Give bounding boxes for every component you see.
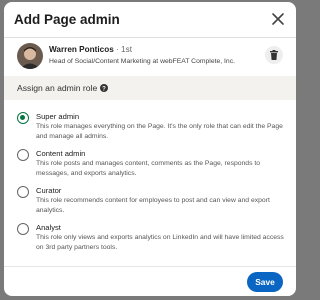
trash-icon — [270, 50, 278, 60]
close-icon[interactable] — [270, 11, 286, 27]
radio-content-admin[interactable] — [17, 149, 29, 161]
user-headline: Head of Social/Content Marketing at webF… — [49, 58, 235, 65]
dialog-title: Add Page admin — [14, 12, 120, 27]
remove-user-button[interactable] — [265, 46, 283, 64]
radio-analyst[interactable] — [17, 223, 29, 235]
user-name-line: Warren Ponticos · 1st — [49, 45, 132, 54]
dialog-header: Add Page admin — [4, 2, 296, 38]
radio-curator[interactable] — [17, 186, 29, 198]
role-heading-text: Assign an admin role — [17, 83, 98, 93]
role-option-super-admin[interactable]: Super admin This role manages everything… — [4, 112, 296, 148]
role-option-analyst[interactable]: Analyst This role only views and exports… — [4, 223, 296, 259]
connection-degree: · 1st — [113, 45, 132, 54]
role-title: Content admin — [36, 149, 86, 158]
role-description: This role only views and exports analyti… — [36, 234, 284, 251]
radio-super-admin[interactable] — [17, 112, 29, 124]
role-description: This role posts and manages content, com… — [36, 160, 261, 177]
role-description: This role recommends content for employe… — [36, 197, 270, 214]
selected-user-row: Warren Ponticos · 1st Head of Social/Con… — [4, 38, 296, 76]
role-option-curator[interactable]: Curator This role recommends content for… — [4, 186, 296, 222]
help-icon[interactable]: ? — [100, 84, 109, 92]
dialog-footer: Save — [4, 266, 296, 296]
add-page-admin-dialog: Add Page admin Warren Ponticos · 1st Hea… — [4, 2, 296, 296]
save-button[interactable]: Save — [247, 272, 283, 292]
role-heading-bar: Assign an admin role? — [4, 76, 296, 100]
role-title: Super admin — [36, 112, 80, 121]
role-title: Curator — [36, 186, 62, 195]
user-name: Warren Ponticos — [49, 45, 114, 54]
role-option-content-admin[interactable]: Content admin This role posts and manage… — [4, 149, 296, 185]
svg-text:?: ? — [102, 86, 106, 92]
role-description: This role manages everything on the Page… — [36, 123, 283, 140]
avatar — [17, 43, 43, 69]
role-title: Analyst — [36, 223, 61, 232]
role-heading: Assign an admin role? — [17, 83, 109, 93]
